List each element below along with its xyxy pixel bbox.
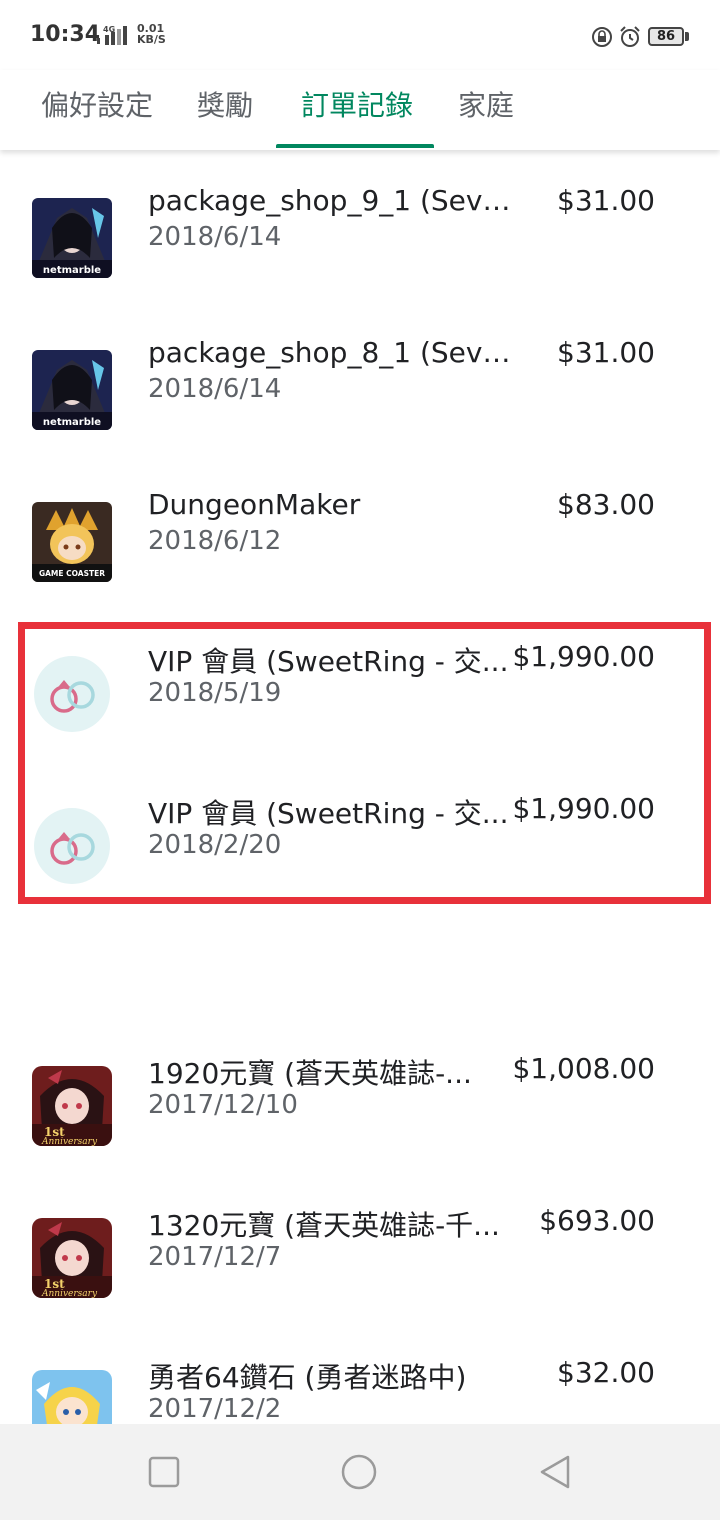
recent-apps-button[interactable]	[146, 1454, 182, 1490]
order-row[interactable]: GAME COASTER DungeonMaker 2018/6/12 $83.…	[0, 488, 720, 622]
highlight-box	[18, 622, 711, 904]
system-navigation-bar	[0, 1424, 720, 1520]
seven-knights-netmarble-icon: netmarble	[32, 198, 112, 278]
svg-text:Anniversary: Anniversary	[41, 1137, 98, 1146]
tab-family[interactable]: 家庭	[458, 84, 514, 124]
network-speed: 0.01 KB/S	[137, 22, 166, 46]
battery-cap	[685, 32, 689, 41]
order-row[interactable]: 勇者64鑽石 (勇者迷路中) 2017/12/2 $32.00	[0, 1356, 720, 1424]
order-price: $32.00	[557, 1356, 655, 1389]
order-row[interactable]: 1st Anniversary 1320元寶 (蒼天英雄誌-千... 2017/…	[0, 1204, 720, 1338]
svg-text:GAME COASTER: GAME COASTER	[39, 569, 105, 578]
order-title: package_shop_9_1 (Seven...	[148, 184, 514, 217]
cellular-signal-icon: 4G	[97, 25, 127, 45]
order-price: $693.00	[539, 1204, 655, 1237]
heroes-anniversary-game-icon: 1st Anniversary	[32, 1218, 112, 1298]
order-price: $1,008.00	[512, 1052, 655, 1085]
svg-text:Anniversary: Anniversary	[41, 1289, 98, 1298]
order-date: 2017/12/10	[148, 1090, 298, 1120]
active-tab-indicator	[276, 144, 434, 148]
order-date: 2018/6/14	[148, 222, 282, 252]
heroes-anniversary-game-icon: 1st Anniversary	[32, 1066, 112, 1146]
order-date: 2018/6/14	[148, 374, 282, 404]
status-bar: 10:34 4G 0.01 KB/S 86	[0, 0, 720, 70]
battery-indicator: 86	[648, 27, 684, 46]
order-title: package_shop_8_1 (Seven...	[148, 336, 514, 369]
rotation-lock-icon	[592, 27, 612, 47]
order-date: 2017/12/2	[148, 1394, 282, 1424]
tab-order-history[interactable]: 訂單記錄	[301, 84, 413, 124]
order-row[interactable]: 1st Anniversary 1920元寶 (蒼天英雄誌-... 2017/1…	[0, 1052, 720, 1186]
home-button[interactable]	[341, 1454, 377, 1490]
brave-lost-game-icon	[32, 1370, 112, 1424]
seven-knights-netmarble-icon: netmarble	[32, 350, 112, 430]
alarm-icon	[620, 26, 640, 47]
order-title: DungeonMaker	[148, 488, 361, 521]
order-date: 2018/6/12	[148, 526, 282, 556]
order-price: $31.00	[557, 184, 655, 217]
dungeon-maker-game-icon: GAME COASTER	[32, 502, 112, 582]
tab-bar: 偏好設定 獎勵 訂單記錄 家庭	[0, 70, 720, 150]
order-row[interactable]: netmarble package_shop_8_1 (Seven... 201…	[0, 336, 720, 470]
order-title: 勇者64鑽石 (勇者迷路中)	[148, 1361, 467, 1394]
order-price: $83.00	[557, 488, 655, 521]
order-list: netmarble package_shop_9_1 (Seven... 201…	[0, 150, 720, 1424]
status-time: 10:34	[30, 22, 101, 47]
order-price: $31.00	[557, 336, 655, 369]
order-row[interactable]: netmarble package_shop_9_1 (Seven... 201…	[0, 184, 720, 318]
tab-rewards[interactable]: 獎勵	[197, 84, 253, 124]
order-date: 2017/12/7	[148, 1242, 282, 1272]
order-title: 1320元寶 (蒼天英雄誌-千...	[148, 1209, 500, 1242]
svg-text:netmarble: netmarble	[43, 265, 101, 276]
tab-preferences[interactable]: 偏好設定	[41, 84, 153, 124]
back-button[interactable]	[538, 1454, 574, 1490]
order-title: 1920元寶 (蒼天英雄誌-...	[148, 1057, 472, 1090]
svg-text:netmarble: netmarble	[43, 417, 101, 428]
